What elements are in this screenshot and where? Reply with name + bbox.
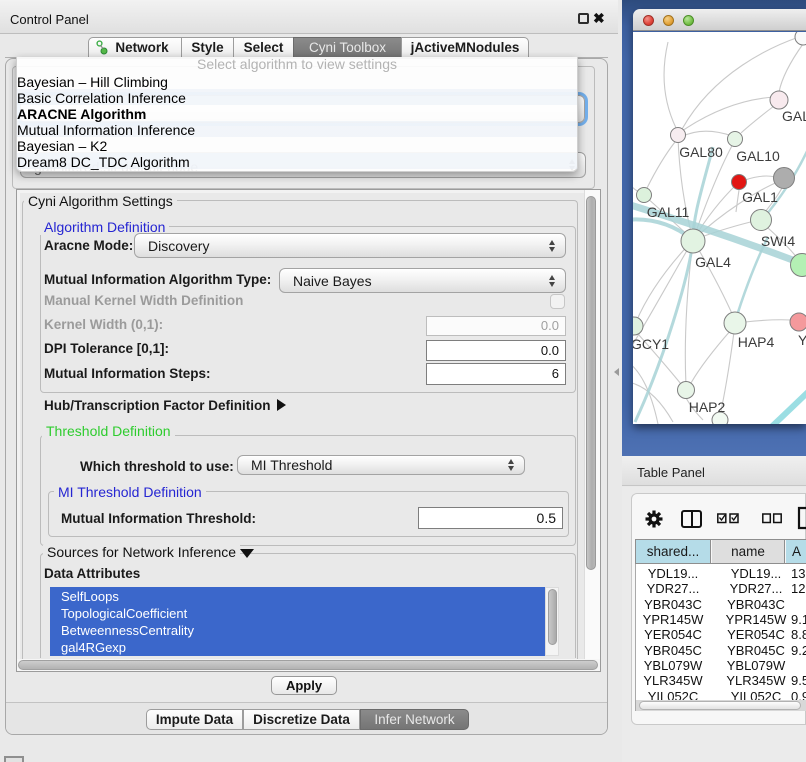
svg-text:GAL11: GAL11	[647, 204, 690, 220]
svg-text:GAL4: GAL4	[695, 254, 731, 270]
svg-text:GAL2: GAL2	[782, 108, 806, 124]
svg-text:HAP4: HAP4	[738, 334, 775, 350]
svg-text:GAL80: GAL80	[679, 144, 723, 160]
svg-text:YM: YM	[798, 332, 806, 348]
svg-text:GAL1: GAL1	[742, 189, 778, 205]
svg-text:HAP2: HAP2	[689, 399, 726, 415]
svg-text:GAL10: GAL10	[736, 148, 780, 164]
svg-text:SWI4: SWI4	[761, 233, 795, 249]
svg-text:GCY1: GCY1	[633, 336, 669, 352]
